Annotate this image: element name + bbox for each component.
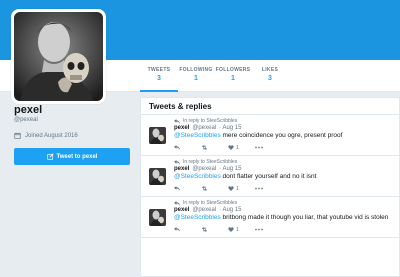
tweet-author-handle[interactable]: @pexeal (192, 166, 216, 172)
stat-tweets[interactable]: TWEETS 3 (140, 63, 178, 92)
tweet-author-name[interactable]: pexel (174, 166, 189, 172)
calendar-icon (14, 132, 21, 139)
stat-followers[interactable]: FOLLOWERS 1 (214, 63, 252, 92)
reply-to-text[interactable]: In reply to SteeScribbles (183, 200, 237, 206)
tweet[interactable]: In reply to SteeScribbles pexel @pexeal … (141, 156, 399, 197)
more-dots-icon (255, 146, 263, 149)
profile-handle[interactable]: @pexeal (14, 117, 130, 123)
stat-likes[interactable]: LIKES 3 (251, 63, 289, 92)
heart-icon (228, 227, 234, 232)
stat-following[interactable]: FOLLOWING 1 (177, 63, 215, 92)
heart-icon (228, 186, 234, 191)
compose-icon (46, 153, 54, 160)
tweet-actions: 1 (174, 184, 391, 193)
reply-button[interactable] (174, 145, 201, 150)
tweet-header: pexel @pexeal · Aug 15 (174, 207, 391, 213)
more-button[interactable] (255, 146, 282, 149)
mention-link[interactable]: @SteeScribbles (174, 214, 221, 221)
reply-arrow-icon (174, 118, 180, 124)
stat-label: FOLLOWERS (215, 67, 251, 73)
more-button[interactable] (255, 228, 282, 231)
more-dots-icon (255, 187, 263, 190)
retweet-icon (202, 145, 207, 150)
tweet-avatar[interactable] (149, 209, 166, 226)
retweet-button[interactable] (201, 145, 228, 150)
joined-date: Joined August 2016 (14, 132, 130, 139)
tweet-body: dont flatter yourself and no it isnt (220, 173, 317, 180)
mention-link[interactable]: @SteeScribbles (174, 132, 221, 139)
like-button[interactable]: 1 (228, 186, 255, 192)
tweet-timestamp[interactable]: · Aug 15 (219, 125, 241, 131)
like-count: 1 (236, 226, 240, 233)
tweet-timestamp[interactable]: · Aug 15 (219, 166, 241, 172)
like-count: 1 (236, 144, 240, 151)
stat-value: 3 (268, 75, 272, 82)
tweet-avatar[interactable] (149, 127, 166, 144)
like-button[interactable]: 1 (228, 145, 255, 151)
stat-label: LIKES (261, 67, 279, 73)
reply-arrow-icon (174, 200, 180, 206)
stat-value: 1 (194, 75, 198, 82)
retweet-icon (202, 227, 207, 232)
retweet-icon (202, 186, 207, 191)
profile-sidebar: pexel @pexeal Joined August 2016 Tweet t… (14, 104, 130, 165)
tweet-to-button[interactable]: Tweet to pexel (14, 148, 130, 165)
profile-stats: TWEETS 3 FOLLOWING 1 FOLLOWERS 1 LIKES 3 (140, 63, 288, 92)
joined-text: Joined August 2016 (25, 132, 78, 139)
profile-page: TWEETS 3 FOLLOWING 1 FOLLOWERS 1 LIKES 3… (0, 0, 400, 277)
tweet-text: @SteeScribbles mere coincidence you ogre… (174, 132, 391, 140)
reply-to-text[interactable]: In reply to SteeScribbles (183, 118, 237, 124)
profile-name[interactable]: pexel (14, 104, 130, 116)
reply-context: In reply to SteeScribbles (174, 117, 391, 125)
retweet-button[interactable] (201, 186, 228, 191)
reply-icon (174, 186, 180, 191)
tweet-actions: 1 (174, 225, 391, 234)
reply-icon (174, 227, 180, 232)
stat-label: FOLLOWING (179, 67, 213, 73)
reply-arrow-icon (174, 159, 180, 165)
stat-label: TWEETS (147, 67, 171, 73)
profile-avatar[interactable] (11, 9, 106, 104)
stat-value: 3 (157, 75, 161, 82)
reply-context: In reply to SteeScribbles (174, 158, 391, 166)
tweet-actions: 1 (174, 143, 391, 152)
reply-button[interactable] (174, 186, 201, 191)
reply-context: In reply to SteeScribbles (174, 199, 391, 207)
more-button[interactable] (255, 187, 282, 190)
tweet-text: @SteeScribbles dont flatter yourself and… (174, 173, 391, 181)
tweet-text: @SteeScribbles britbong made it though y… (174, 214, 391, 222)
like-button[interactable]: 1 (228, 227, 255, 233)
tweet-author-name[interactable]: pexel (174, 207, 189, 213)
tweet[interactable]: In reply to SteeScribbles pexel @pexeal … (141, 197, 399, 238)
tweet-author-handle[interactable]: @pexeal (192, 125, 216, 131)
tweet-button-label: Tweet to pexel (56, 153, 98, 160)
heart-icon (228, 145, 234, 150)
tweet-timestamp[interactable]: · Aug 15 (219, 207, 241, 213)
tweets-timeline: Tweets & replies In reply to SteeScribbl… (140, 97, 400, 277)
tweet-body: mere coincidence you ogre, present proof (220, 132, 343, 139)
retweet-button[interactable] (201, 227, 228, 232)
more-dots-icon (255, 228, 263, 231)
tweet-avatar[interactable] (149, 168, 166, 185)
reply-button[interactable] (174, 227, 201, 232)
tweet-header: pexel @pexeal · Aug 15 (174, 166, 391, 172)
reply-icon (174, 145, 180, 150)
tweet-body: britbong made it though you liar, that y… (220, 214, 389, 221)
avatar-photo (14, 12, 103, 101)
stat-value: 1 (231, 75, 235, 82)
like-count: 1 (236, 185, 240, 192)
tweet-author-handle[interactable]: @pexeal (192, 207, 216, 213)
reply-to-text[interactable]: In reply to SteeScribbles (183, 159, 237, 165)
timeline-header: Tweets & replies (141, 98, 399, 115)
tweet-author-name[interactable]: pexel (174, 125, 189, 131)
mention-link[interactable]: @SteeScribbles (174, 173, 221, 180)
tweet-header: pexel @pexeal · Aug 15 (174, 125, 391, 131)
tweet[interactable]: In reply to SteeScribbles pexel @pexeal … (141, 115, 399, 156)
